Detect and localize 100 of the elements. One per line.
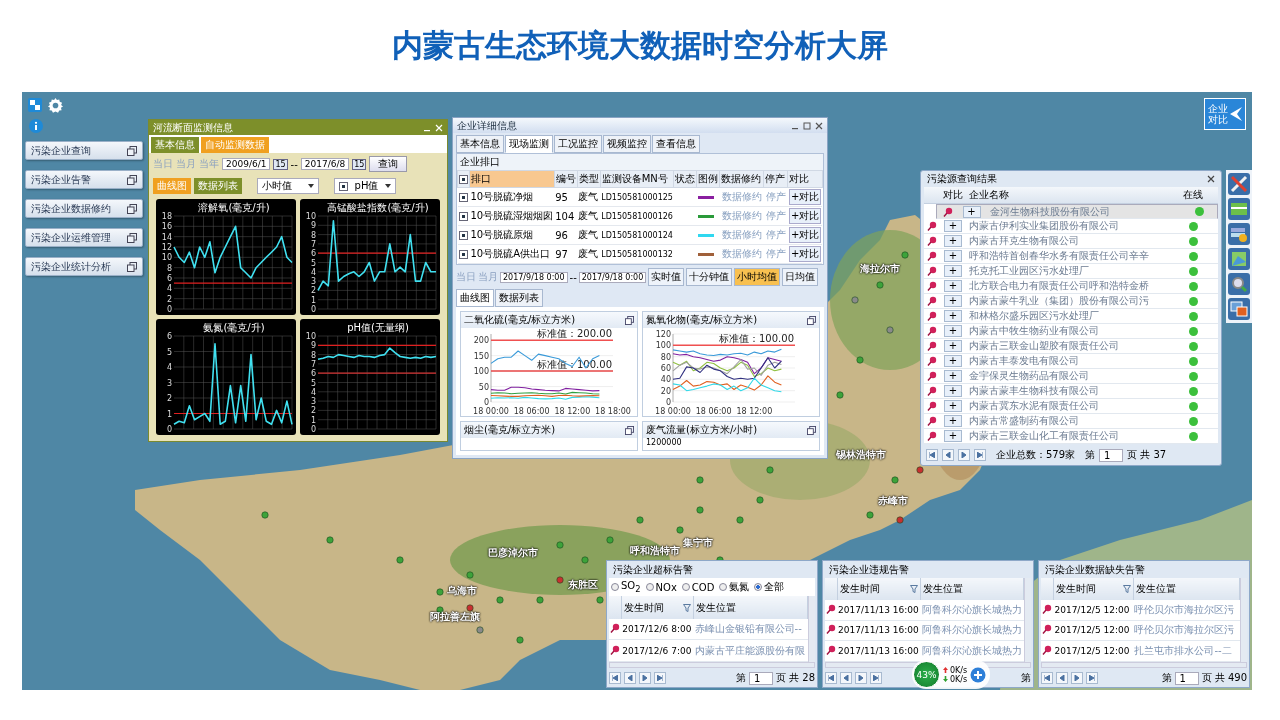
- window-stack-icon[interactable]: [807, 315, 816, 325]
- compare-button[interactable]: +对比: [788, 189, 822, 205]
- tab[interactable]: 查看信息: [652, 135, 700, 153]
- query-button[interactable]: 查询: [369, 156, 408, 172]
- map-marker[interactable]: [696, 506, 704, 514]
- interval-button[interactable]: 十分钟值: [686, 268, 733, 286]
- sidebar-item[interactable]: 污染企业统计分析: [25, 257, 143, 276]
- table-row[interactable]: + 内蒙古蒙丰生物科技有限公司: [924, 384, 1218, 399]
- table-cell[interactable]: 赤峰山金银铅有限公司--: [693, 619, 808, 640]
- layers-icon[interactable]: [1228, 223, 1250, 245]
- column-header[interactable]: 数据修约: [719, 170, 764, 188]
- checkbox[interactable]: [339, 181, 348, 191]
- column-header[interactable]: 停产: [763, 170, 788, 188]
- map-marker[interactable]: [896, 516, 904, 524]
- table-row[interactable]: + 金河生物科技股份有限公司: [936, 204, 1218, 219]
- first-page-button[interactable]: [609, 672, 621, 684]
- map-marker[interactable]: [756, 496, 764, 504]
- window-stack-icon[interactable]: [807, 425, 816, 435]
- interval-button[interactable]: 小时均值: [734, 268, 781, 286]
- scrollbar[interactable]: [808, 596, 815, 662]
- map-marker[interactable]: [886, 326, 894, 334]
- radio-option[interactable]: 全部: [754, 580, 785, 594]
- table-cell[interactable]: 呼伦贝尔市海拉尔区污: [1133, 600, 1240, 621]
- map-marker[interactable]: [596, 596, 604, 604]
- add-compare-button[interactable]: +: [944, 400, 962, 412]
- table-row[interactable]: + 内蒙古冀东水泥有限责任公司: [924, 399, 1218, 414]
- map-marker[interactable]: [836, 391, 844, 399]
- map-marker[interactable]: [676, 526, 684, 534]
- window-icon[interactable]: [28, 98, 42, 112]
- map-marker[interactable]: [581, 556, 589, 564]
- view-tab[interactable]: 数据列表: [194, 178, 242, 194]
- next-page-button[interactable]: [855, 672, 867, 684]
- card-icon[interactable]: [1228, 198, 1250, 220]
- parameter-select[interactable]: pH值: [334, 178, 396, 194]
- filter-icon[interactable]: [683, 603, 692, 612]
- interval-select[interactable]: 小时值: [257, 178, 319, 194]
- column-header[interactable]: 排口: [469, 170, 555, 188]
- table-row[interactable]: + 内蒙古三联金山塑胶有限责任公司: [924, 339, 1218, 354]
- scrollbar[interactable]: [1240, 578, 1247, 662]
- add-compare-button[interactable]: +: [944, 415, 962, 427]
- map-marker[interactable]: [466, 604, 474, 612]
- map-marker[interactable]: [536, 596, 544, 604]
- table-row[interactable]: + 北方联合电力有限责任公司呼和浩特金桥: [924, 279, 1218, 294]
- map-marker[interactable]: [891, 476, 899, 484]
- end-date-field[interactable]: 2017/9/18 0:00: [578, 271, 647, 283]
- page-input[interactable]: 1: [1174, 671, 1199, 685]
- compare-button[interactable]: +对比: [788, 246, 822, 262]
- windows-icon[interactable]: [1228, 298, 1250, 320]
- next-page-button[interactable]: [1071, 672, 1083, 684]
- map-marker[interactable]: [916, 466, 924, 474]
- map-marker[interactable]: [496, 596, 504, 604]
- add-compare-button[interactable]: +: [944, 280, 962, 292]
- map-marker[interactable]: [396, 556, 404, 564]
- sidebar-item[interactable]: 污染企业告警: [25, 170, 143, 189]
- add-compare-button[interactable]: +: [962, 205, 981, 218]
- add-compare-button[interactable]: +: [944, 430, 962, 442]
- column-header[interactable]: 类型: [577, 170, 601, 188]
- table-row[interactable]: + 内蒙古伊利实业集团股份有限公司: [924, 219, 1218, 234]
- compare-button[interactable]: +对比: [788, 227, 822, 243]
- map-marker[interactable]: [866, 511, 874, 519]
- table-row[interactable]: + 内蒙古丰泰发电有限公司: [924, 354, 1218, 369]
- checkbox[interactable]: [458, 193, 468, 202]
- column-header[interactable]: 发生时间: [1053, 578, 1134, 601]
- radio-option[interactable]: 氨氮: [719, 580, 750, 594]
- table-row[interactable]: + 托克托工业园区污水处理厂: [924, 264, 1218, 279]
- add-compare-button[interactable]: +: [944, 220, 962, 232]
- column-header[interactable]: 状态: [673, 170, 697, 188]
- maximize-icon[interactable]: [803, 121, 811, 130]
- window-stack-icon[interactable]: [625, 315, 634, 325]
- next-page-button[interactable]: [639, 672, 651, 684]
- sidebar-item[interactable]: 污染企业数据修约: [25, 199, 143, 218]
- column-header[interactable]: 图例: [696, 170, 720, 188]
- window-stack-icon[interactable]: [625, 425, 634, 435]
- table-cell[interactable]: 呼伦贝尔市海拉尔区污: [1133, 620, 1240, 641]
- map-marker[interactable]: [516, 636, 524, 644]
- table-row[interactable]: + 内蒙古常盛制药有限公司: [924, 414, 1218, 429]
- add-compare-button[interactable]: +: [944, 310, 962, 322]
- table-row[interactable]: + 和林格尔盛乐园区污水处理厂: [924, 309, 1218, 324]
- column-header[interactable]: 发生时间: [621, 596, 694, 620]
- table-cell[interactable]: 阿鲁科尔沁旗长城热力: [920, 620, 1024, 641]
- map-marker[interactable]: [466, 571, 474, 579]
- add-compare-button[interactable]: +: [944, 250, 962, 262]
- add-compare-button[interactable]: +: [944, 340, 962, 352]
- radio-option[interactable]: SO$_{2}$: [611, 580, 641, 594]
- tab[interactable]: 基本信息: [151, 137, 199, 153]
- last-page-button[interactable]: [654, 672, 666, 684]
- column-header[interactable]: 发生位置: [1133, 578, 1240, 601]
- next-page-button[interactable]: [958, 449, 970, 461]
- column-header[interactable]: 对比: [787, 170, 823, 188]
- map-marker[interactable]: [901, 251, 909, 259]
- column-header[interactable]: 监测设备MN号: [600, 170, 674, 188]
- column-header[interactable]: 发生时间: [837, 578, 921, 601]
- map-marker[interactable]: [556, 576, 564, 584]
- tab[interactable]: 现场监测: [505, 135, 553, 153]
- end-date-field[interactable]: 2017/6/8: [300, 158, 350, 170]
- enterprise-compare-button[interactable]: 企业对比: [1204, 98, 1246, 130]
- map-marker[interactable]: [636, 516, 644, 524]
- close-icon[interactable]: [815, 121, 823, 130]
- table-row[interactable]: + 内蒙古三联金山化工有限责任公司: [924, 429, 1218, 444]
- map-icon[interactable]: [1228, 248, 1250, 270]
